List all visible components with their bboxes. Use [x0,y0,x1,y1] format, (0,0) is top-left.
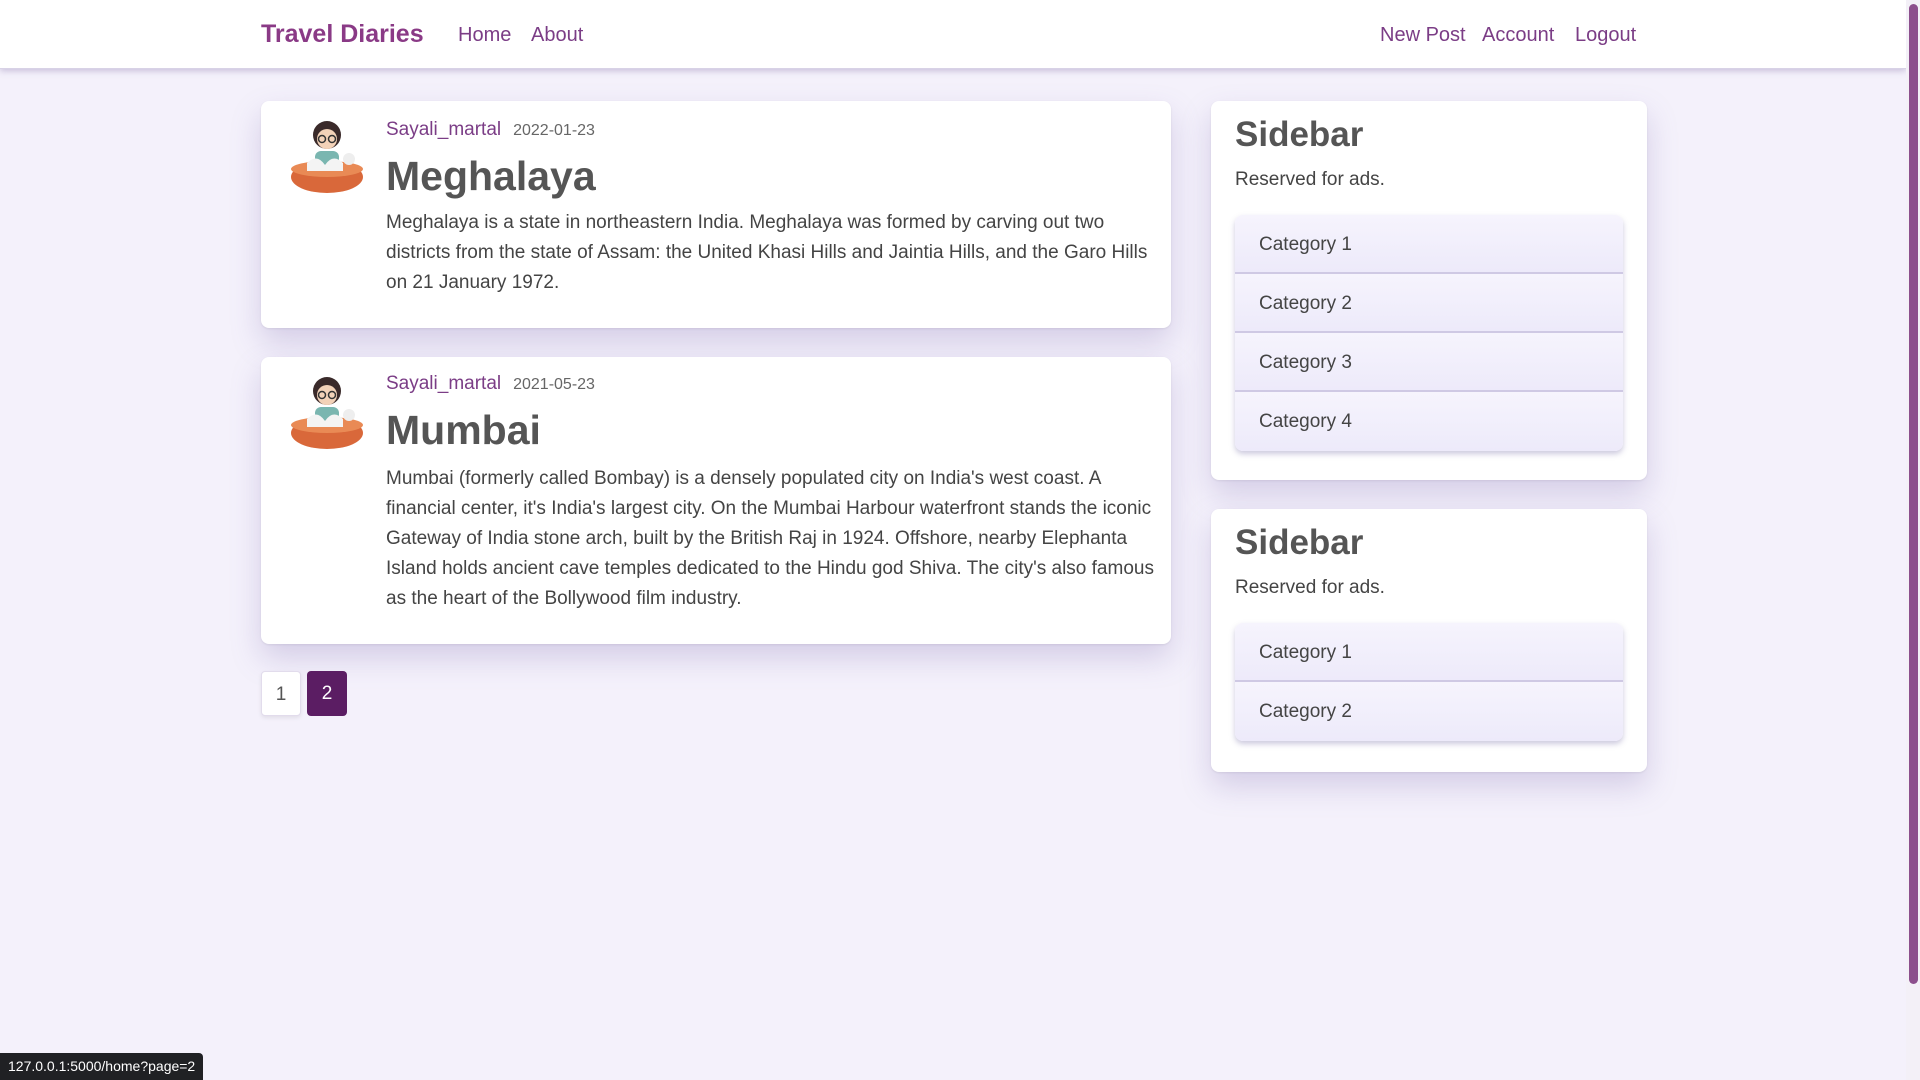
sidebar-card: Sidebar Reserved for ads. Category 1 Cat… [1211,101,1647,480]
post-author-link[interactable]: Sayali_martal [386,119,501,140]
category-item[interactable]: Category 4 [1235,392,1623,451]
page-2-button[interactable]: 2 [307,671,347,716]
category-item[interactable]: Category 2 [1235,274,1623,333]
category-item[interactable]: Category 3 [1235,333,1623,392]
avatar-icon [291,377,363,449]
status-bar-url: 127.0.0.1:5000/home?page=2 [0,1053,204,1080]
avatar-icon [291,121,363,193]
vertical-scrollbar[interactable] [1906,0,1920,1080]
category-item[interactable]: Category 2 [1235,682,1623,741]
navbar: Travel Diaries Home About New Post Accou… [0,0,1906,69]
sidebar-subtitle: Reserved for ads. [1235,169,1385,190]
page-1-button[interactable]: 1 [261,671,301,716]
scrollbar-thumb[interactable] [1909,4,1918,984]
sidebar-title: Sidebar [1235,115,1364,154]
post-card: Sayali_martal 2022-01-23 Meghalaya Meghal… [261,101,1171,328]
category-item[interactable]: Category 1 [1235,623,1623,682]
post-body: Meghalaya is a state in northeastern Ind… [386,212,1148,293]
sidebar-title: Sidebar [1235,523,1364,562]
post-title[interactable]: Meghalaya [386,153,596,200]
brand-link[interactable]: Travel Diaries [261,20,424,49]
nav-account-link[interactable]: Account [1482,24,1554,47]
sidebar-card: Sidebar Reserved for ads. Category 1 Cat… [1211,509,1647,772]
post-author-link[interactable]: Sayali_martal [386,373,501,394]
post-date: 2021-05-23 [513,376,595,393]
post-meta: Sayali_martal 2021-05-23 [386,373,595,395]
category-list: Category 1 Category 2 [1235,623,1623,741]
post-card: Sayali_martal 2021-05-23 Mumbai Mumbai (f… [261,357,1171,644]
post-meta: Sayali_martal 2022-01-23 [386,119,595,141]
nav-about-link[interactable]: About [531,24,583,47]
sidebar-subtitle: Reserved for ads. [1235,577,1385,598]
nav-new-post-link[interactable]: New Post [1380,24,1466,47]
post-date: 2022-01-23 [513,122,595,139]
category-list: Category 1 Category 2 Category 3 Categor… [1235,215,1623,451]
nav-home-link[interactable]: Home [458,24,511,47]
nav-logout-link[interactable]: Logout [1575,24,1636,47]
post-body: Mumbai (formerly called Bombay) is a den… [386,468,1154,609]
post-title[interactable]: Mumbai [386,407,541,454]
category-item[interactable]: Category 1 [1235,215,1623,274]
